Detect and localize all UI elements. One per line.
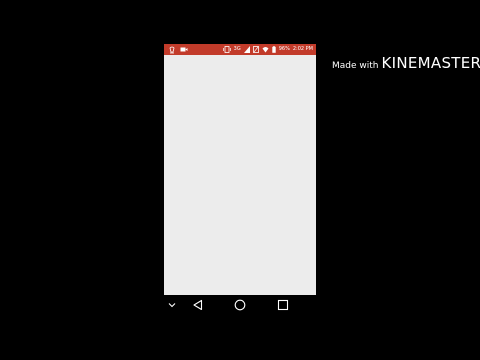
watermark-brand-master: MASTER xyxy=(417,54,480,72)
chevron-down-icon[interactable] xyxy=(165,298,179,312)
status-bar-right: 3G 96% 2:02 PM xyxy=(222,45,313,54)
blank-content-area xyxy=(164,55,316,295)
battery-percent: 96% xyxy=(278,46,290,52)
vibrate-icon xyxy=(222,46,231,53)
watermark-brand-kine: KINE xyxy=(381,54,418,72)
status-bar-left xyxy=(169,45,188,54)
back-icon[interactable] xyxy=(191,298,205,312)
video-frame: 3G 96% 2:02 PM Made with KINE MASTER xyxy=(0,0,480,360)
signal-3g-icon xyxy=(243,46,250,53)
watermark-prefix: Made with xyxy=(332,61,379,71)
battery-icon xyxy=(272,46,276,53)
home-icon[interactable] xyxy=(233,298,247,312)
navigation-bar xyxy=(164,295,316,315)
video-call-icon xyxy=(180,46,188,53)
recents-icon[interactable] xyxy=(276,298,290,312)
network-type-label: 3G xyxy=(233,46,241,52)
no-sim-icon xyxy=(252,46,259,53)
status-bar: 3G 96% 2:02 PM xyxy=(164,44,316,55)
kinemaster-watermark: Made with KINE MASTER xyxy=(332,54,480,74)
notification-icon xyxy=(169,46,175,54)
phone-screen: 3G 96% 2:02 PM xyxy=(164,44,316,295)
wifi-icon xyxy=(262,46,269,53)
status-time: 2:02 PM xyxy=(292,46,313,52)
